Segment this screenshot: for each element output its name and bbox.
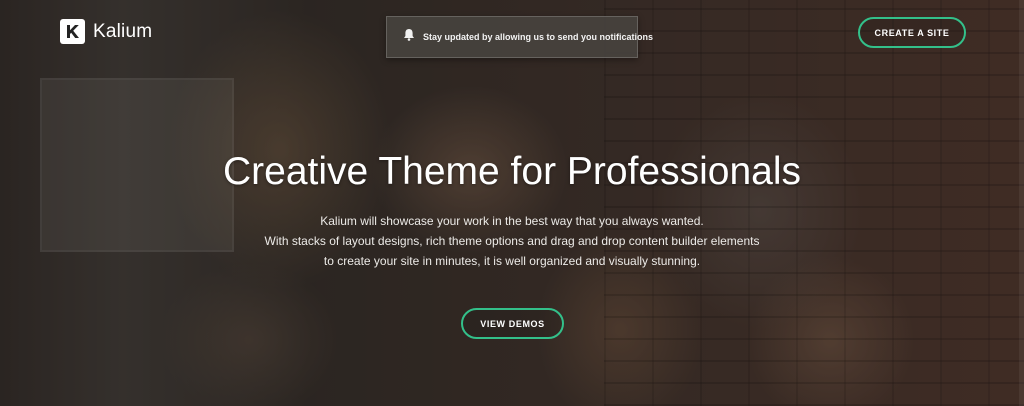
dark-overlay bbox=[0, 0, 1024, 406]
bell-icon bbox=[403, 28, 415, 46]
hero-description-line: With stacks of layout designs, rich them… bbox=[264, 234, 760, 248]
site-logo[interactable]: Kalium bbox=[60, 19, 152, 44]
hero-background bbox=[0, 0, 1024, 406]
hero-description-line: to create your site in minutes, it is we… bbox=[323, 254, 701, 268]
notification-text: Stay updated by allowing us to send you … bbox=[423, 32, 654, 42]
scrollbar-track[interactable] bbox=[1019, 0, 1024, 406]
kalium-k-icon bbox=[60, 19, 85, 44]
create-site-button[interactable]: CREATE A SITE bbox=[858, 17, 966, 48]
view-demos-button[interactable]: VIEW DEMOS bbox=[461, 308, 564, 339]
notification-prompt[interactable]: Stay updated by allowing us to send you … bbox=[386, 16, 653, 58]
logo-text: Kalium bbox=[93, 20, 153, 42]
hero-description-line: Kalium will showcase your work in the be… bbox=[320, 214, 704, 228]
hero-title: Creative Theme for Professionals bbox=[222, 150, 802, 193]
hero-description: Kalium will showcase your work in the be… bbox=[0, 211, 1024, 271]
